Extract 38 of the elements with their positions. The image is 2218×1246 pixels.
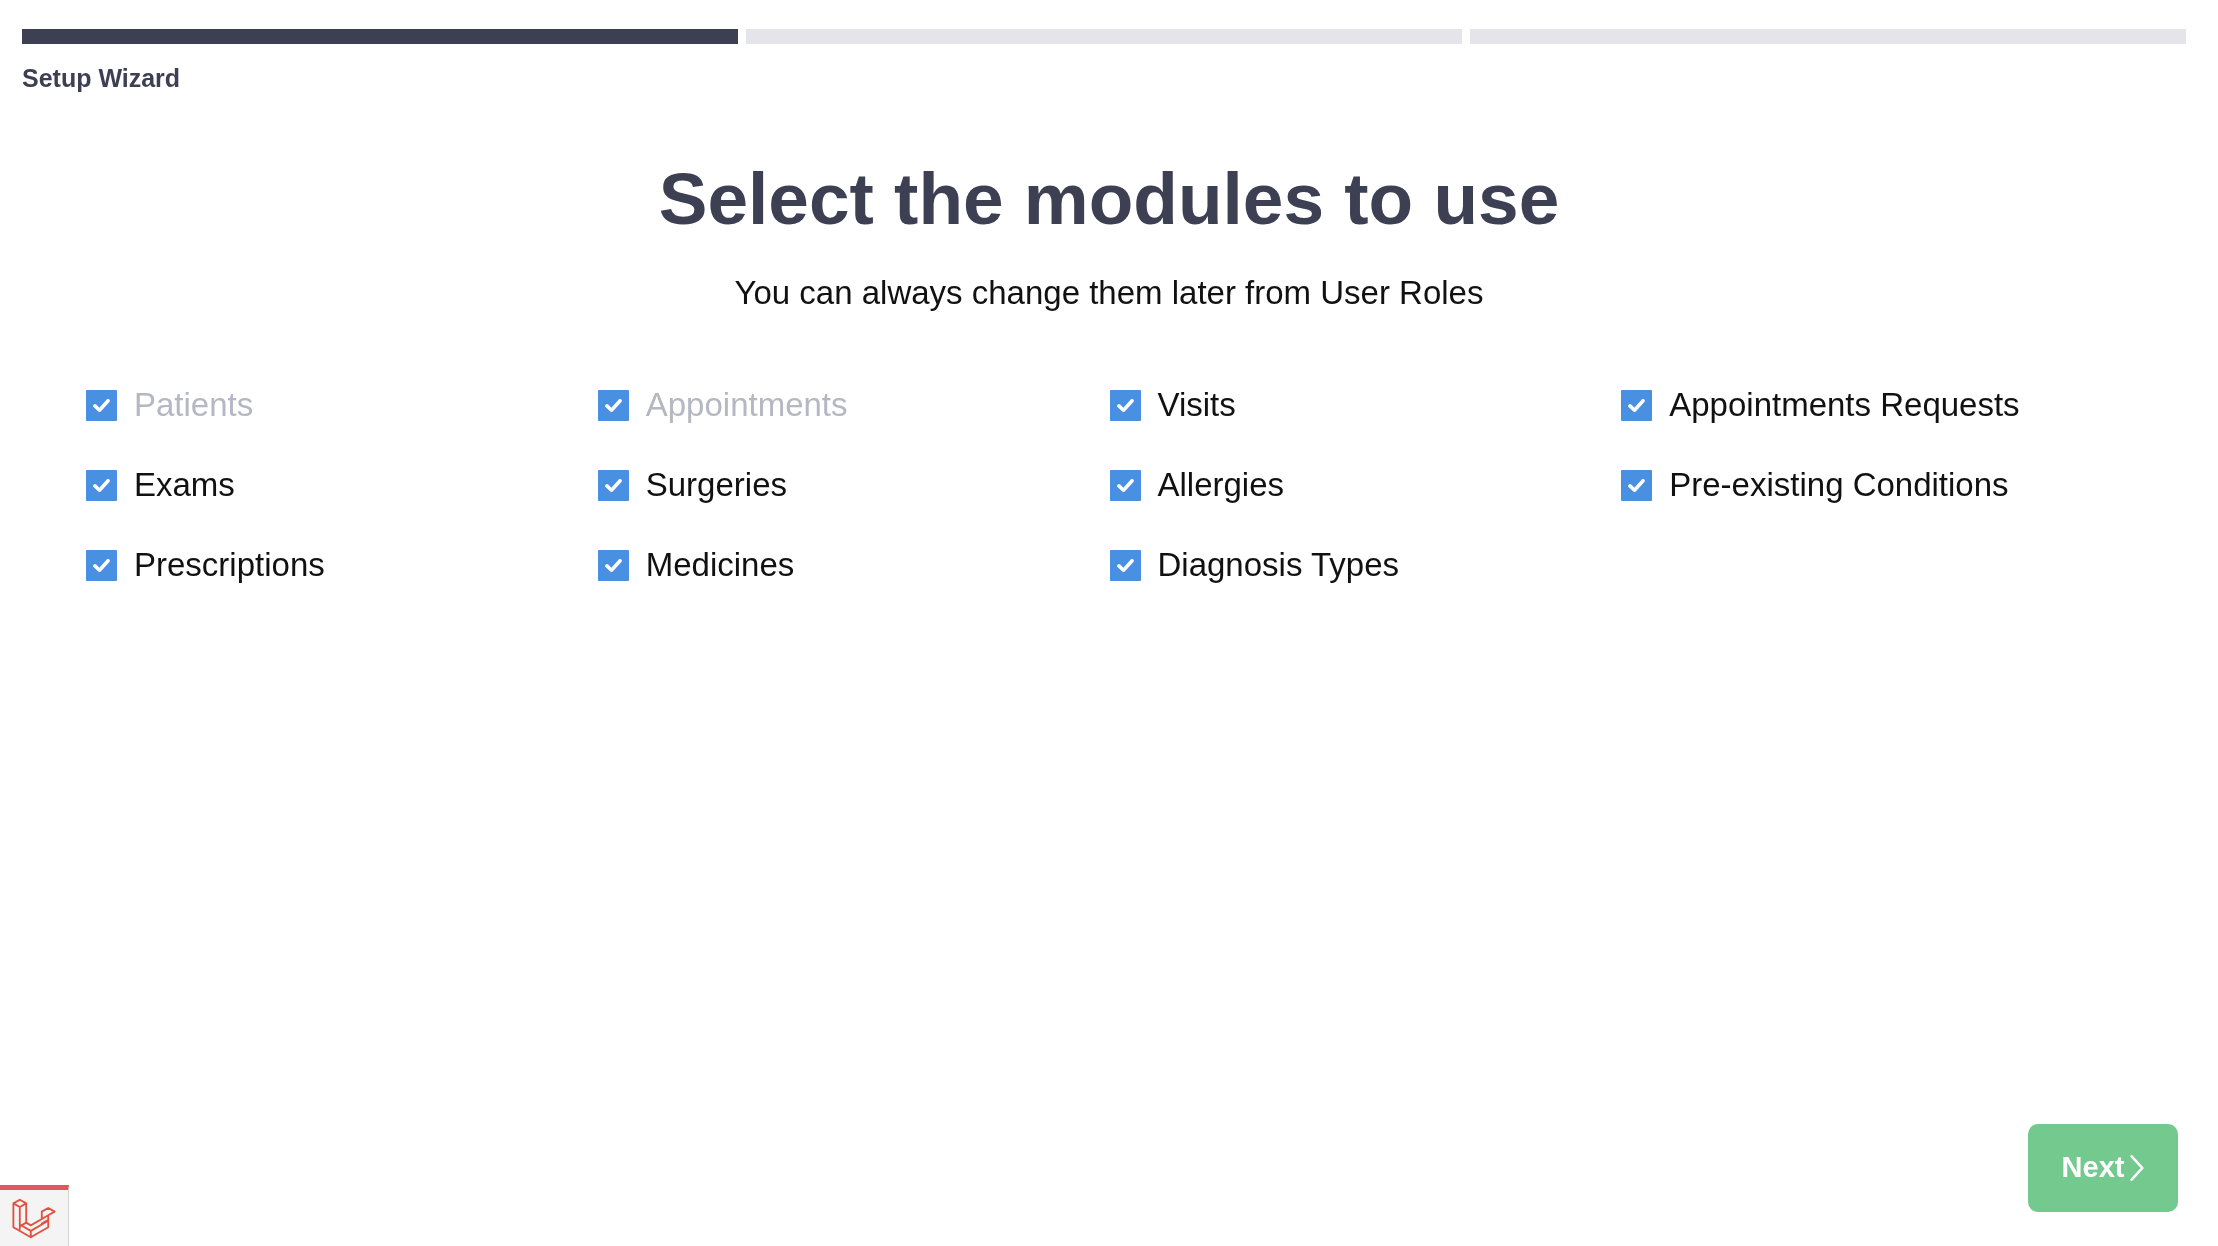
debug-bar-toggle[interactable] <box>0 1185 69 1246</box>
module-label: Exams <box>134 465 235 505</box>
checkmark-icon <box>1116 478 1134 492</box>
stacked-blocks-logo-icon <box>12 1197 56 1239</box>
checkmark-icon <box>1116 558 1134 572</box>
chevron-right-icon <box>2130 1155 2145 1181</box>
checkmark-icon <box>604 398 622 412</box>
checkbox[interactable] <box>1109 469 1141 501</box>
checkbox[interactable] <box>1109 389 1141 421</box>
module-label: Medicines <box>645 545 795 585</box>
checkmark-icon <box>1628 398 1646 412</box>
checkbox[interactable] <box>1109 549 1141 581</box>
checkbox[interactable] <box>597 469 629 501</box>
checkbox[interactable] <box>86 549 117 581</box>
checkmark-icon <box>93 478 110 492</box>
checkmark-icon <box>604 478 622 492</box>
module-label: Appointments <box>645 385 848 425</box>
module-label: Surgeries <box>645 465 787 505</box>
module-label: Diagnosis Types <box>1157 545 1400 585</box>
module-label: Patients <box>134 385 254 425</box>
page-heading: Select the modules to use <box>658 157 1560 241</box>
page-subheading: You can always change them later from User Roles <box>734 272 1484 313</box>
checkbox[interactable] <box>597 549 629 581</box>
next-button[interactable]: Next <box>2028 1124 2178 1212</box>
checkbox[interactable] <box>1621 469 1653 501</box>
module-label: Pre-existing Conditions <box>1669 465 2009 505</box>
wizard-title: Setup Wizard <box>22 63 181 93</box>
module-label: Allergies <box>1157 465 1285 505</box>
checkmark-icon <box>1116 398 1134 412</box>
checkbox[interactable] <box>86 469 117 501</box>
checkmark-icon <box>93 558 110 572</box>
module-label: Appointments Requests <box>1669 385 2020 425</box>
module-label: Prescriptions <box>134 545 325 585</box>
checkbox[interactable] <box>1621 389 1653 421</box>
checkmark-icon <box>93 398 110 412</box>
checkmark-icon <box>604 558 622 572</box>
module-label: Visits <box>1157 385 1236 425</box>
checkmark-icon <box>1628 478 1646 492</box>
